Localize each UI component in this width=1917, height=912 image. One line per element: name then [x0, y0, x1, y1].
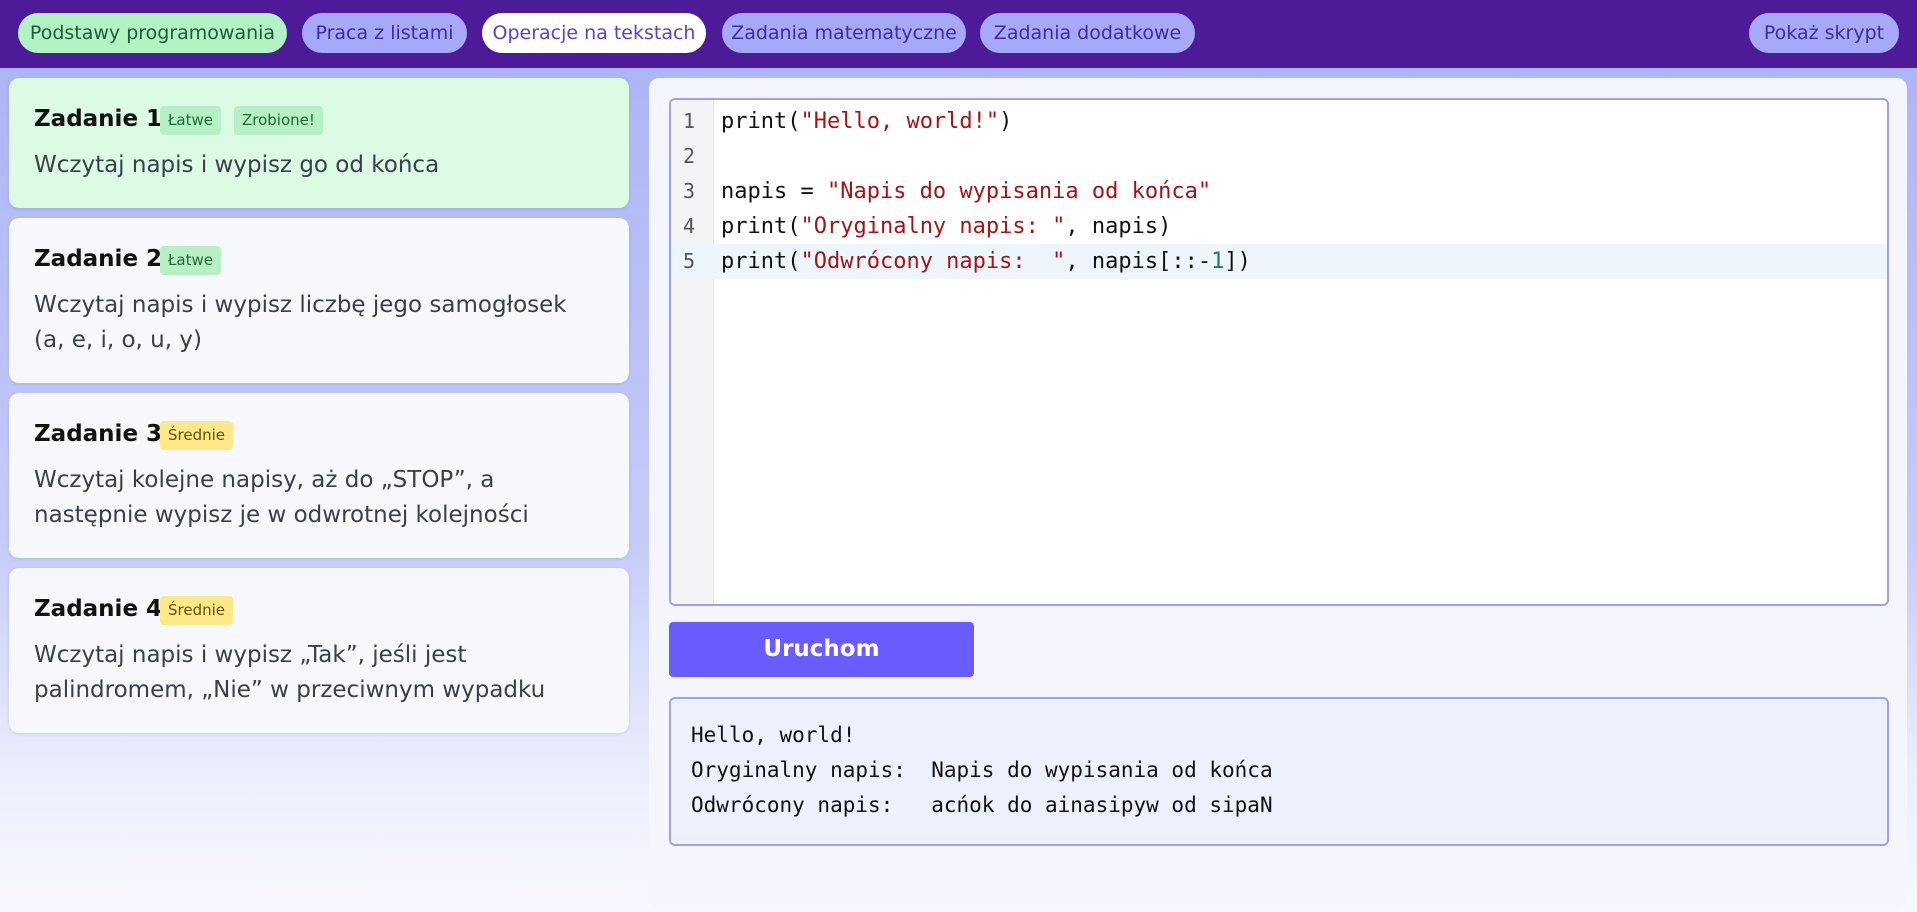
difficulty-badge: Łatwe	[160, 246, 221, 275]
code-line[interactable]: 2	[671, 139, 1887, 174]
difficulty-badge: Łatwe	[160, 106, 221, 135]
line-number: 5	[682, 249, 695, 273]
output-line: Hello, world!	[691, 723, 856, 747]
task-title: Zadanie 1	[34, 106, 163, 132]
run-button[interactable]: Uruchom	[669, 622, 974, 677]
code-text: print("Oryginalny napis: ", napis)	[721, 214, 1172, 239]
output-line: Oryginalny napis: Napis do wypisania od …	[691, 758, 1273, 782]
task-card-2[interactable]: Zadanie 2 Łatwe Wczytaj napis i wypisz l…	[9, 218, 629, 383]
code-text: print("Odwrócony napis: ", napis[::-1])	[721, 249, 1251, 274]
task-description: Wczytaj napis i wypisz liczbę jego samog…	[34, 292, 567, 353]
tab-zadania-dodatkowe[interactable]: Zadania dodatkowe	[980, 13, 1195, 53]
code-text: napis = "Napis do wypisania od końca"	[721, 179, 1212, 204]
code-line-active[interactable]: 5 print("Odwrócony napis: ", napis[::-1]…	[671, 244, 1887, 279]
line-number: 4	[682, 214, 695, 238]
show-script-button[interactable]: Pokaż skrypt	[1749, 13, 1899, 53]
task-card-3[interactable]: Zadanie 3 Średnie Wczytaj kolejne napisy…	[9, 393, 629, 558]
task-description: Wczytaj kolejne napisy, aż do „STOP”, a …	[34, 467, 529, 528]
tab-podstawy-programowania[interactable]: Podstawy programowania	[18, 13, 287, 53]
task-card-4[interactable]: Zadanie 4 Średnie Wczytaj napis i wypisz…	[9, 568, 629, 733]
difficulty-badge: Średnie	[160, 421, 234, 450]
output-line: Odwrócony napis: acńok do ainasipyw od s…	[691, 793, 1273, 817]
task-title: Zadanie 3	[34, 421, 163, 447]
task-description: Wczytaj napis i wypisz „Tak”, jeśli jest…	[34, 642, 546, 703]
tab-zadania-matematyczne[interactable]: Zadania matematyczne	[722, 13, 966, 53]
code-editor[interactable]: 1 print("Hello, world!") 2 3 napis = "Na…	[669, 98, 1889, 606]
task-title: Zadanie 2	[34, 246, 163, 272]
task-title: Zadanie 4	[34, 596, 163, 622]
code-line[interactable]: 1 print("Hello, world!")	[671, 104, 1887, 139]
top-nav-bar: Podstawy programowania Praca z listami O…	[0, 0, 1917, 68]
task-description: Wczytaj napis i wypisz go od końca	[34, 152, 440, 178]
done-badge: Zrobione!	[234, 106, 323, 135]
line-number: 1	[682, 109, 695, 133]
difficulty-badge: Średnie	[160, 596, 234, 625]
line-number: 3	[682, 179, 695, 203]
tab-praca-z-listami[interactable]: Praca z listami	[302, 13, 467, 53]
line-number: 2	[682, 144, 695, 168]
code-line[interactable]: 3 napis = "Napis do wypisania od końca"	[671, 174, 1887, 209]
task-card-1[interactable]: Zadanie 1 Łatwe Zrobione! Wczytaj napis …	[9, 78, 629, 208]
code-line[interactable]: 4 print("Oryginalny napis: ", napis)	[671, 209, 1887, 244]
tab-operacje-na-tekstach[interactable]: Operacje na tekstach	[482, 13, 706, 53]
code-text: print("Hello, world!")	[721, 109, 1013, 134]
output-console: Hello, world! Oryginalny napis: Napis do…	[669, 697, 1889, 846]
